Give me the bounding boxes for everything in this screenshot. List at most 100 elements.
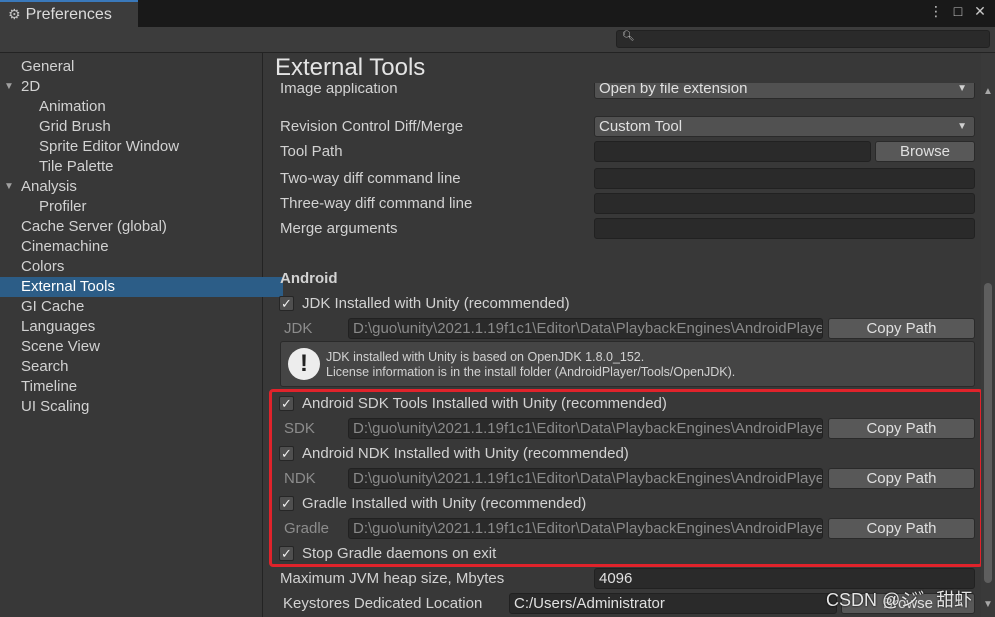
info-line-2: License information is in the install fo… [326, 365, 736, 379]
sidebar-item-label: UI Scaling [21, 398, 90, 415]
ndk-copy-path-button[interactable]: Copy Path [828, 468, 975, 489]
ndk-field-label: NDK [284, 470, 316, 487]
sdk-copy-path-button[interactable]: Copy Path [828, 418, 975, 439]
chevron-down-icon: ▼ [957, 121, 967, 132]
sidebar-item-external-tools[interactable]: External Tools [0, 277, 283, 297]
info-text: JDK installed with Unity is based on Ope… [326, 350, 735, 380]
maximize-icon[interactable]: □ [951, 3, 965, 20]
sidebar-item-label: Timeline [21, 378, 78, 395]
gear-icon: ⚙ [8, 6, 21, 22]
sidebar-item-label: Languages [21, 318, 96, 335]
sidebar-item-label: General [21, 58, 75, 75]
tool-path-field[interactable] [594, 141, 871, 162]
sidebar-item-label: Animation [39, 98, 106, 115]
ndk-checkbox-label: Android NDK Installed with Unity (recomm… [302, 445, 629, 462]
expand-arrow-icon[interactable]: ▼ [4, 177, 14, 197]
title-bar: ⚙ Preferences ⋮ □ ✕ [0, 0, 995, 27]
window-controls: ⋮ □ ✕ [929, 3, 987, 20]
sidebar-item-label: Sprite Editor Window [39, 138, 180, 155]
gradle-path-field: D:\guo\unity\2021.1.19f1c1\Editor\Data\P… [348, 518, 823, 539]
sidebar-item-scene-view[interactable]: Scene View [0, 337, 283, 357]
watermark: CSDN @ジ゛甜虾 [826, 590, 973, 610]
jdk-checkbox[interactable]: ✓ [279, 296, 294, 311]
sidebar-item-search[interactable]: Search [0, 357, 283, 377]
sdk-field-label: SDK [284, 420, 315, 437]
jdk-copy-path-button[interactable]: Copy Path [828, 318, 975, 339]
jdk-info-box: ! JDK installed with Unity is based on O… [280, 341, 975, 387]
page-title: External Tools [275, 53, 975, 83]
search-bar: 🔍︎ [0, 27, 995, 53]
stop-gradle-daemons-label: Stop Gradle daemons on exit [302, 545, 497, 562]
merge-arguments-field[interactable] [594, 218, 975, 239]
sidebar-item-label: Analysis [21, 178, 77, 195]
sidebar-item-label: Cinemachine [21, 238, 109, 255]
ndk-checkbox[interactable]: ✓ [279, 446, 294, 461]
search-input[interactable]: 🔍︎ [616, 30, 990, 48]
sidebar-item-animation[interactable]: Animation [0, 97, 301, 117]
info-line-1: JDK installed with Unity is based on Ope… [326, 350, 645, 364]
keystores-location-field[interactable]: C:/Users/Administrator [509, 593, 837, 614]
revision-control-dropdown[interactable]: Custom Tool ▼ [594, 116, 975, 137]
sidebar-item-label: Colors [21, 258, 65, 275]
sidebar: General ▼ 2D Animation Grid Brush Sprite … [0, 53, 283, 617]
sdk-checkbox-label: Android SDK Tools Installed with Unity (… [302, 395, 667, 412]
sidebar-item-languages[interactable]: Languages [0, 317, 283, 337]
window-title: Preferences [25, 5, 112, 23]
stop-gradle-daemons-checkbox[interactable]: ✓ [279, 546, 294, 561]
jdk-field-label: JDK [284, 320, 313, 337]
main-panel: External Tools Image application Open by… [263, 53, 995, 617]
sidebar-item-label: Scene View [21, 338, 100, 355]
sidebar-item-label: External Tools [21, 278, 115, 295]
expand-arrow-icon[interactable]: ▼ [4, 77, 14, 97]
merge-arguments-label: Merge arguments [280, 220, 398, 237]
max-heap-label: Maximum JVM heap size, Mbytes [280, 570, 505, 587]
sidebar-item-label: Tile Palette [39, 158, 114, 175]
jdk-checkbox-label: JDK Installed with Unity (recommended) [302, 295, 570, 312]
ndk-path-field: D:\guo\unity\2021.1.19f1c1\Editor\Data\P… [348, 468, 823, 489]
gradle-field-label: Gradle [284, 520, 330, 537]
sidebar-item-tile-palette[interactable]: Tile Palette [0, 157, 301, 177]
sdk-checkbox[interactable]: ✓ [279, 396, 294, 411]
sidebar-item-analysis[interactable]: ▼ Analysis [0, 177, 283, 197]
search-icon: 🔍︎ [622, 31, 635, 42]
jdk-path-field: D:\guo\unity\2021.1.19f1c1\Editor\Data\P… [348, 318, 823, 339]
sidebar-item-timeline[interactable]: Timeline [0, 377, 283, 397]
sidebar-item-label: Grid Brush [39, 118, 111, 135]
sidebar-item-sprite-editor-window[interactable]: Sprite Editor Window [0, 137, 301, 157]
sidebar-item-gi-cache[interactable]: GI Cache [0, 297, 283, 317]
revision-control-label: Revision Control Diff/Merge [280, 118, 464, 135]
more-options-icon[interactable]: ⋮ [929, 3, 943, 20]
sidebar-item-label: Cache Server (global) [21, 218, 167, 235]
dropdown-value: Custom Tool [599, 118, 683, 135]
sidebar-item-label: Search [21, 358, 69, 375]
sidebar-item-cache-server[interactable]: Cache Server (global) [0, 217, 283, 237]
three-way-diff-label: Three-way diff command line [280, 195, 473, 212]
sidebar-item-cinemachine[interactable]: Cinemachine [0, 237, 283, 257]
two-way-diff-field[interactable] [594, 168, 975, 189]
sidebar-item-grid-brush[interactable]: Grid Brush [0, 117, 301, 137]
sidebar-item-2d[interactable]: ▼ 2D [0, 77, 283, 97]
warning-icon: ! [288, 348, 320, 380]
sdk-path-field: D:\guo\unity\2021.1.19f1c1\Editor\Data\P… [348, 418, 823, 439]
window-tab[interactable]: ⚙ Preferences [0, 0, 138, 27]
gradle-checkbox-label: Gradle Installed with Unity (recommended… [302, 495, 587, 512]
three-way-diff-field[interactable] [594, 193, 975, 214]
scroll-up-icon[interactable]: ▲ [983, 86, 993, 97]
android-heading: Android [280, 270, 338, 287]
sidebar-item-ui-scaling[interactable]: UI Scaling [0, 397, 283, 417]
tool-path-browse-button[interactable]: Browse [875, 141, 975, 162]
sidebar-item-label: Profiler [39, 198, 87, 215]
sidebar-item-colors[interactable]: Colors [0, 257, 283, 277]
sidebar-item-general[interactable]: General [0, 57, 283, 77]
close-icon[interactable]: ✕ [973, 3, 987, 20]
keystores-location-label: Keystores Dedicated Location [283, 595, 483, 612]
two-way-diff-label: Two-way diff command line [280, 170, 461, 187]
gradle-checkbox[interactable]: ✓ [279, 496, 294, 511]
sidebar-item-label: GI Cache [21, 298, 85, 315]
scrollbar-thumb[interactable] [984, 283, 992, 583]
gradle-copy-path-button[interactable]: Copy Path [828, 518, 975, 539]
sidebar-item-profiler[interactable]: Profiler [0, 197, 301, 217]
sidebar-item-label: 2D [21, 78, 41, 95]
scrollbar[interactable]: ▲ ▼ [981, 53, 995, 617]
scroll-down-icon[interactable]: ▼ [983, 599, 993, 610]
